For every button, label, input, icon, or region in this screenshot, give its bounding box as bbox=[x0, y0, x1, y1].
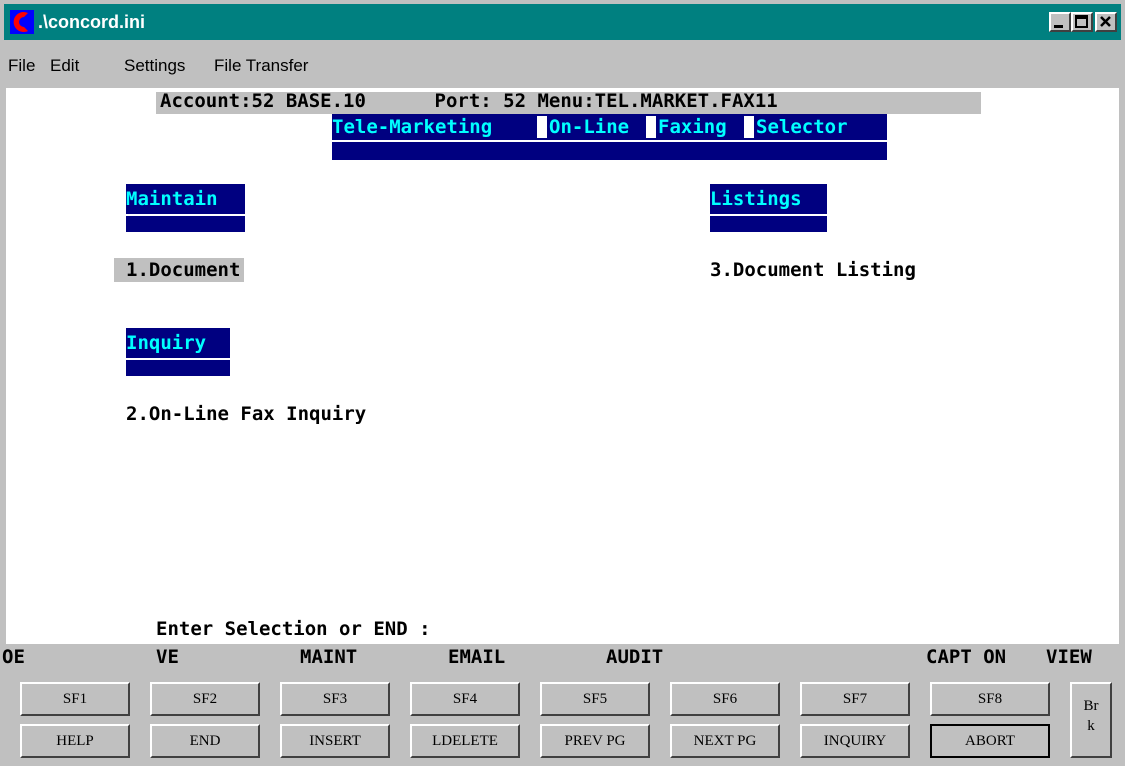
sf8-button[interactable]: SF8 bbox=[930, 682, 1050, 716]
window-title: .\concord.ini bbox=[38, 12, 146, 32]
close-button[interactable] bbox=[1095, 12, 1117, 32]
section-maintain-label: Maintain bbox=[126, 188, 218, 210]
fkey-seg: AUDIT bbox=[580, 644, 750, 670]
terminal-screen[interactable]: Account:52 BASE.10 Port: 52 Menu:TEL.MAR… bbox=[6, 88, 1119, 648]
selection-prompt: Enter Selection or END : bbox=[156, 618, 431, 640]
fkey-seg bbox=[750, 644, 880, 670]
title-word-2: On-Line bbox=[549, 116, 630, 138]
fkey-seg: VIEW bbox=[1040, 644, 1125, 670]
softkey-panel: SF1 SF2 SF3 SF4 SF5 SF6 SF7 SF8 HELP END… bbox=[0, 676, 1125, 766]
terminal-window: .\concord.ini File Edit Settings File Tr… bbox=[0, 0, 1125, 766]
menu-file-transfer[interactable]: File Transfer bbox=[214, 56, 308, 76]
fkey-seg: EMAIL bbox=[412, 644, 580, 670]
function-key-bar: OE VE MAINT EMAIL AUDIT CAPT ON VIEW bbox=[0, 644, 1125, 670]
section-inquiry: Inquiry bbox=[126, 328, 230, 376]
break-button[interactable]: Br k bbox=[1070, 682, 1112, 758]
fkey-seg: OE bbox=[0, 644, 148, 670]
prev-page-button[interactable]: PREV PG bbox=[540, 724, 650, 758]
menu-bar: File Edit Settings File Transfer bbox=[4, 52, 1121, 82]
sf1-button[interactable]: SF1 bbox=[20, 682, 130, 716]
title-gap bbox=[744, 116, 754, 138]
sf7-button[interactable]: SF7 bbox=[800, 682, 910, 716]
title-word-1: Tele-Marketing bbox=[332, 116, 493, 138]
screen-title-block: Tele-Marketing On-Line Faxing Selector bbox=[332, 114, 887, 160]
title-underline bbox=[332, 140, 887, 142]
close-icon bbox=[1100, 16, 1111, 27]
section-listings-label: Listings bbox=[710, 188, 802, 210]
section-maintain: Maintain bbox=[126, 184, 245, 232]
title-gap bbox=[646, 116, 656, 138]
ldelete-button[interactable]: LDELETE bbox=[410, 724, 520, 758]
section-rule bbox=[126, 214, 245, 216]
section-inquiry-label: Inquiry bbox=[126, 332, 207, 354]
sf3-button[interactable]: SF3 bbox=[280, 682, 390, 716]
sf5-button[interactable]: SF5 bbox=[540, 682, 650, 716]
title-word-3: Faxing bbox=[658, 116, 727, 138]
fkey-seg: CAPT ON bbox=[880, 644, 1040, 670]
fkey-label-view: VIEW bbox=[1046, 646, 1092, 668]
minimize-icon bbox=[1054, 25, 1063, 28]
maximize-icon bbox=[1075, 15, 1088, 28]
fkey-label-audit: AUDIT bbox=[606, 646, 664, 668]
option-online-fax-inquiry[interactable]: 2.On-Line Fax Inquiry bbox=[126, 403, 366, 425]
fkey-label-maint: MAINT bbox=[300, 646, 358, 668]
title-bar[interactable]: .\concord.ini bbox=[4, 4, 1121, 40]
next-page-button[interactable]: NEXT PG bbox=[670, 724, 780, 758]
title-gap bbox=[537, 116, 547, 138]
menu-settings[interactable]: Settings bbox=[124, 56, 185, 76]
title-word-4: Selector bbox=[756, 116, 848, 138]
fkey-seg: VE bbox=[148, 644, 278, 670]
menu-edit[interactable]: Edit bbox=[50, 56, 79, 76]
menu-file[interactable]: File bbox=[8, 56, 35, 76]
option-document-listing[interactable]: 3.Document Listing bbox=[710, 259, 916, 281]
maximize-button[interactable] bbox=[1071, 12, 1093, 32]
sf4-button[interactable]: SF4 bbox=[410, 682, 520, 716]
abort-button[interactable]: ABORT bbox=[930, 724, 1050, 758]
inquiry-button[interactable]: INQUIRY bbox=[800, 724, 910, 758]
status-line: Account:52 BASE.10 Port: 52 Menu:TEL.MAR… bbox=[160, 90, 778, 112]
end-button[interactable]: END bbox=[150, 724, 260, 758]
section-rule bbox=[710, 214, 827, 216]
sf6-button[interactable]: SF6 bbox=[670, 682, 780, 716]
fkey-label-ve: VE bbox=[156, 646, 179, 668]
option-document[interactable]: 1.Document bbox=[114, 258, 245, 282]
section-rule bbox=[126, 358, 230, 360]
minimize-button[interactable] bbox=[1049, 12, 1071, 32]
app-icon bbox=[10, 10, 34, 34]
sf2-button[interactable]: SF2 bbox=[150, 682, 260, 716]
insert-button[interactable]: INSERT bbox=[280, 724, 390, 758]
fkey-label-capt-on: CAPT ON bbox=[926, 646, 1007, 668]
help-button[interactable]: HELP bbox=[20, 724, 130, 758]
fkey-seg: MAINT bbox=[278, 644, 412, 670]
section-listings: Listings bbox=[710, 184, 827, 232]
fkey-label-oe: OE bbox=[2, 646, 25, 668]
fkey-label-email: EMAIL bbox=[448, 646, 506, 668]
